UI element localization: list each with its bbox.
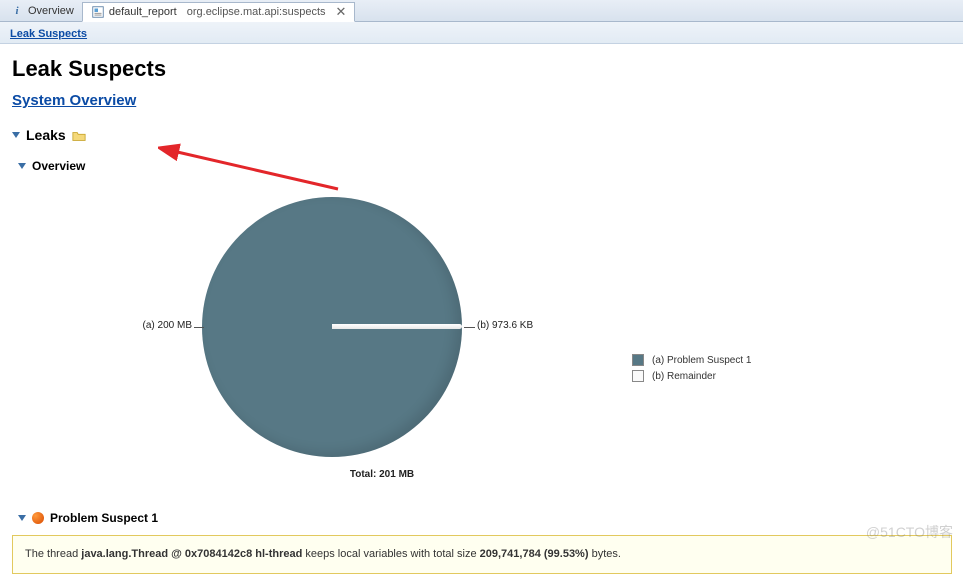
section-problem-suspect-toggle[interactable]: Problem Suspect 1 [18,511,951,525]
suspect-size: 209,741,784 (99.53%) [480,548,589,560]
chevron-down-icon [18,163,26,169]
tab-default-report[interactable]: default_report org.eclipse.mat.api:suspe… [82,2,356,22]
suspect-thread: java.lang.Thread @ 0x7084142c8 hl-thread [81,548,302,560]
chevron-down-icon [18,515,26,521]
folder-icon [72,127,86,143]
section-problem-suspect-label: Problem Suspect 1 [50,511,158,525]
legend-swatch-b [632,370,644,382]
chart-total-label: Total: 201 MB [350,469,414,480]
section-leaks-label: Leaks [26,127,66,143]
close-icon[interactable]: ✕ [336,4,347,20]
suspect-text-suffix: bytes. [589,548,621,560]
pie-slice-b [332,324,462,329]
legend-label-a: (a) Problem Suspect 1 [652,355,752,366]
tab-bar: i Overview default_report org.eclipse.ma… [0,0,963,22]
tab-report-suffix: org.eclipse.mat.api:suspects [187,6,326,18]
legend-swatch-a [632,354,644,366]
system-overview-link[interactable]: System Overview [12,92,136,109]
suspect-text-mid: keeps local variables with total size [302,548,479,560]
info-icon: i [10,4,24,18]
pie-label-b: (b) 973.6 KB [477,320,533,331]
pie-leader-b [464,327,475,328]
section-overview-toggle[interactable]: Overview [18,159,951,173]
tab-label: Overview [28,5,74,17]
section-overview-label: Overview [32,159,85,173]
breadcrumb-bar: Leak Suspects [0,22,963,44]
watermark: @51CTO博客 [866,522,953,542]
breadcrumb-leak-suspects[interactable]: Leak Suspects [10,28,87,40]
content-area: Leak Suspects System Overview Leaks Over… [0,44,963,582]
tab-overview[interactable]: i Overview [2,1,82,21]
legend-item-b: (b) Remainder [632,370,752,382]
tab-report-prefix: default_report [109,6,177,18]
pie-chart: (a) 200 MB (b) 973.6 KB Total: 201 MB [82,187,682,487]
suspect-ball-icon [32,512,44,524]
legend-item-a: (a) Problem Suspect 1 [632,354,752,366]
suspect-detail-box: The thread java.lang.Thread @ 0x7084142c… [12,535,952,574]
chevron-down-icon [12,132,20,138]
chart-legend: (a) Problem Suspect 1 (b) Remainder [632,354,752,386]
report-icon [91,5,105,19]
pie-label-a: (a) 200 MB [122,320,192,331]
section-leaks-toggle[interactable]: Leaks [12,127,951,143]
legend-label-b: (b) Remainder [652,371,716,382]
suspect-text-prefix: The thread [25,548,81,560]
page-title: Leak Suspects [12,56,951,82]
pie-leader-a [194,327,204,328]
